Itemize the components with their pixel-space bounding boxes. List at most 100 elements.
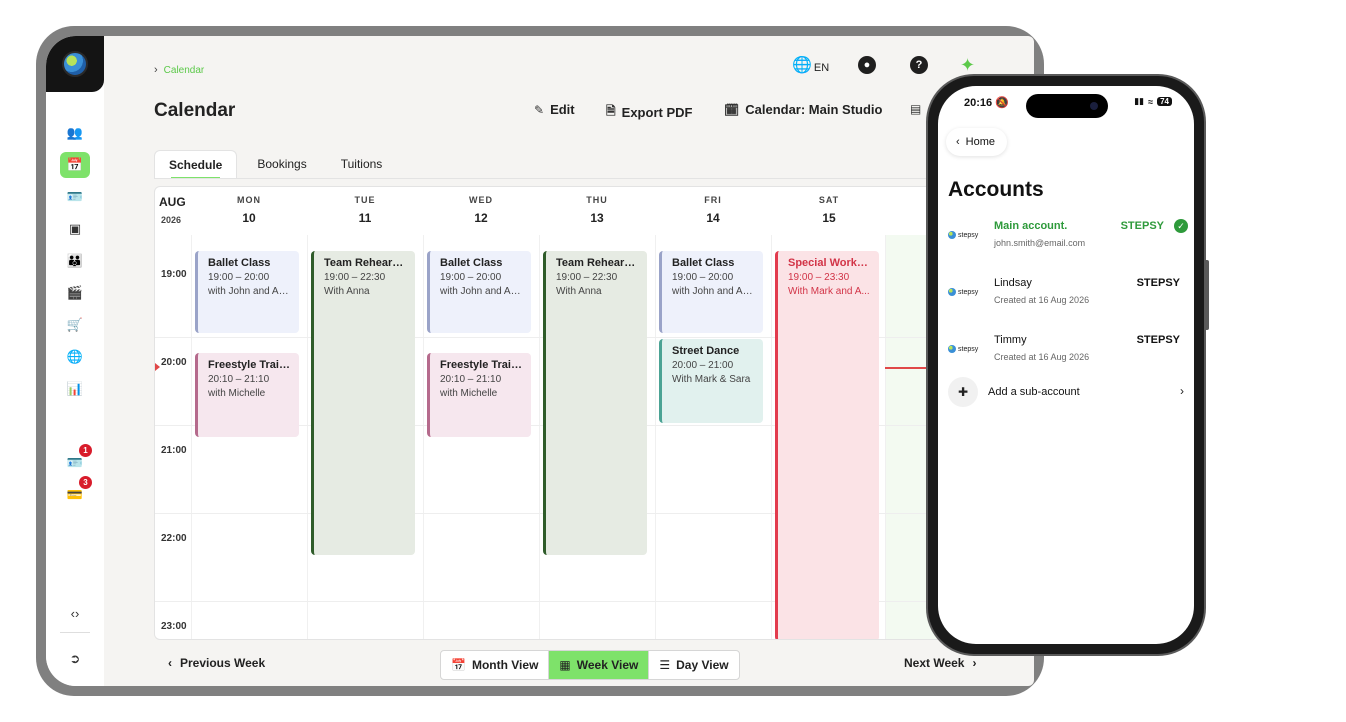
account-row-main[interactable]: stepsy Main account. john.smith@email.co… (948, 218, 1188, 258)
code-icon[interactable]: ‹› (60, 600, 90, 626)
event-card[interactable]: Team Rehears... 19:00 – 22:30 With Anna (543, 251, 647, 555)
event-attendees: With Anna (324, 286, 370, 297)
cart-icon[interactable]: 🛒 (60, 312, 90, 338)
calendar-select-label: Calendar: Main Studio (745, 102, 883, 117)
list-view-button[interactable]: ▤ (910, 102, 921, 116)
time-label-1900: 19:00 (161, 269, 187, 280)
calendar-refresh-icon: 🗓 (724, 102, 740, 117)
payments-badge: 3 (79, 476, 92, 489)
check-circle-icon: ✓ (1174, 219, 1188, 233)
tab-bookings[interactable]: Bookings (243, 150, 320, 179)
day-view-label: Day View (676, 658, 729, 672)
grid-column-line (885, 235, 886, 639)
account-row-lindsay[interactable]: stepsy Lindsay Created at 16 Aug 2026 ST… (948, 275, 1188, 315)
grid-hour-line (155, 601, 1033, 602)
logout-icon[interactable]: ➲ (60, 646, 90, 672)
day-number: 14 (706, 211, 720, 225)
event-card[interactable]: Freestyle Train... 20:10 – 21:10 with Mi… (195, 353, 299, 437)
back-home-button[interactable]: ‹ Home (946, 128, 1008, 156)
badge-icon[interactable]: 🪪 (60, 184, 90, 210)
clapperboard-icon[interactable]: 🎬 (60, 280, 90, 306)
event-card[interactable]: Street Dance 20:00 – 21:00 With Mark & S… (659, 339, 763, 423)
grid-column-line (423, 235, 424, 639)
sidebar: 👥 📅 🪪 ▣ 👪 🎬 🛒 🌐 📊 🪪 1 💳 3 ‹› ➲ (46, 36, 104, 686)
next-week-button[interactable]: Next Week › (904, 656, 976, 670)
event-card[interactable]: Special Works... 19:00 – 23:30 With Mark… (775, 251, 879, 639)
day-name: MON (237, 195, 261, 205)
grid-column-line (539, 235, 540, 639)
account-email: john.smith@email.com (994, 238, 1086, 248)
event-attendees: with John and An... (208, 286, 291, 297)
language-switcher[interactable]: 🌐 EN (792, 52, 829, 78)
event-attendees: with John and An... (440, 286, 523, 297)
users-icon[interactable]: 👥 (60, 120, 90, 146)
list-icon: ▤ (910, 102, 922, 116)
export-pdf-button[interactable]: 🗎 Export PDF (606, 102, 692, 123)
report-icon[interactable]: 📊 (60, 376, 90, 402)
globe-icon[interactable]: 🌐 (60, 344, 90, 370)
sidebar-divider (60, 632, 90, 633)
stepsy-logo: stepsy (948, 285, 982, 299)
event-time: 19:00 – 20:00 (440, 272, 502, 283)
day-header-wed: WED 12 (423, 195, 539, 225)
language-code: EN (813, 62, 830, 74)
stepsy-logo: stepsy (948, 228, 982, 242)
time-label-2100: 21:00 (161, 445, 187, 456)
help-button[interactable]: ? (910, 52, 928, 78)
credit-card-icon[interactable]: 💳 3 (60, 476, 92, 508)
tab-schedule[interactable]: Schedule (154, 150, 238, 179)
day-header-mon: MON 10 (191, 195, 307, 225)
export-pdf-label: Export PDF (621, 105, 693, 120)
event-time: 19:00 – 23:30 (788, 272, 850, 283)
calendar-grid: AUG 2026 MON 10 TUE 11 WED 12 THU 13 FRI 14 S… (154, 186, 1034, 640)
day-number: 10 (242, 211, 256, 225)
event-time: 19:00 – 22:30 (556, 272, 618, 283)
event-title: Team Rehears... (324, 257, 407, 269)
bell-muted-icon: 🔕 (995, 97, 1009, 109)
chevron-right-icon: › (972, 656, 977, 670)
day-view-button[interactable]: ☰ Day View (649, 651, 738, 679)
event-card[interactable]: Team Rehears... 19:00 – 22:30 With Anna (311, 251, 415, 555)
event-time: 19:00 – 22:30 (324, 272, 386, 283)
day-name: FRI (704, 195, 722, 205)
contacts-badge: 1 (79, 444, 92, 457)
qr-scan-icon[interactable]: ▣ (60, 216, 90, 242)
previous-week-button[interactable]: ‹ Previous Week (168, 656, 265, 670)
day-name: SAT (818, 195, 840, 205)
event-card[interactable]: Ballet Class 19:00 – 20:00 with John and… (195, 251, 299, 333)
day-number: 12 (474, 211, 488, 225)
event-title: Freestyle Train... (208, 359, 291, 371)
notifications-button[interactable]: ● (858, 52, 876, 78)
tab-tuitions[interactable]: Tuitions (327, 150, 397, 179)
add-sub-account-label: Add a sub-account (988, 386, 1080, 398)
account-row-timmy[interactable]: stepsy Timmy Created at 16 Aug 2026 STEP… (948, 332, 1188, 372)
breadcrumb-calendar[interactable]: Calendar (164, 65, 205, 76)
event-time: 19:00 – 20:00 (672, 272, 734, 283)
contact-card-icon[interactable]: 🪪 1 (60, 444, 92, 476)
calendar-select-button[interactable]: 🗓 Calendar: Main Studio (724, 102, 882, 117)
logo-ball-icon (948, 345, 956, 353)
month-view-button[interactable]: 📅 Month View (441, 651, 550, 679)
account-brand: STEPSY (1120, 220, 1164, 232)
groups-icon[interactable]: 👪 (60, 248, 90, 274)
grid-column-line (307, 235, 308, 639)
event-time: 20:10 – 21:10 (208, 374, 270, 385)
status-time: 20:16 🔕 (964, 96, 1009, 109)
event-card[interactable]: Freestyle Train... 20:10 – 21:10 with Mi… (427, 353, 531, 437)
edit-label: Edit (550, 102, 575, 117)
view-switcher: 📅 Month View ▦ Week View ☰ Day View (440, 650, 740, 680)
event-card[interactable]: Ballet Class 19:00 – 20:00 with John and… (659, 251, 763, 333)
tablet-frame: 👥 📅 🪪 ▣ 👪 🎬 🛒 🌐 📊 🪪 1 💳 3 ‹› ➲ › Calendar (36, 26, 1044, 696)
day-number: 15 (822, 211, 836, 225)
time-label-2300: 23:00 (161, 621, 187, 632)
app-logo[interactable] (46, 36, 104, 92)
grid-column-line (655, 235, 656, 639)
edit-button[interactable]: ✎ Edit (534, 102, 575, 117)
event-attendees: With Mark & Sara (672, 374, 751, 385)
event-card[interactable]: Ballet Class 19:00 – 20:00 with John and… (427, 251, 531, 333)
calendar-icon[interactable]: 📅 (60, 152, 90, 178)
chevron-right-icon: › (154, 64, 158, 76)
back-home-label: Home (965, 136, 996, 148)
add-sub-account-button[interactable]: ✚ Add a sub-account › (948, 376, 1188, 408)
week-view-button[interactable]: ▦ Week View (549, 651, 650, 679)
